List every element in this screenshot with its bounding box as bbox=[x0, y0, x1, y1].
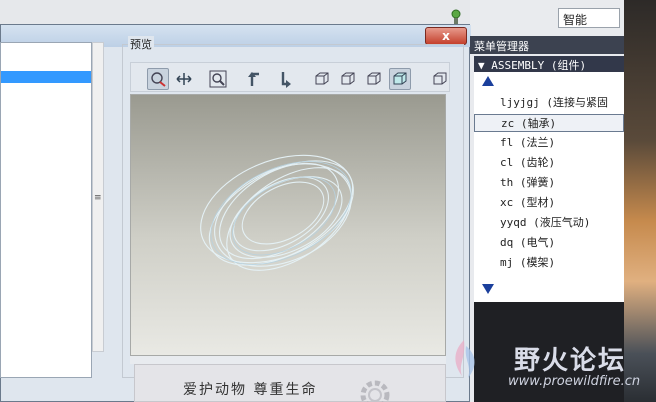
menu-item-th[interactable]: th (弹簧) bbox=[500, 174, 624, 192]
spin-rotate-icon[interactable] bbox=[147, 68, 169, 90]
menu-item-zc[interactable]: zc (轴承) bbox=[474, 114, 624, 132]
arrow-back-icon[interactable] bbox=[245, 68, 267, 90]
component-list[interactable] bbox=[0, 42, 92, 378]
menu-manager-title: 菜单管理器 bbox=[470, 36, 624, 54]
site-name: 野火论坛 bbox=[514, 346, 627, 376]
preview-toolbar bbox=[130, 62, 450, 92]
menu-item-mj[interactable]: mj (模架) bbox=[500, 254, 624, 272]
view-orient-icon[interactable] bbox=[429, 68, 451, 90]
no-hidden-icon[interactable] bbox=[363, 68, 385, 90]
menu-item-yyqd[interactable]: yyqd (液压气动) bbox=[500, 214, 624, 232]
watermark-text: 爱护动物 尊重生命 bbox=[183, 382, 318, 398]
hidden-line-icon[interactable] bbox=[337, 68, 359, 90]
menu-item-ljyjgj[interactable]: ljyjgj (连接与紧固 bbox=[500, 94, 624, 112]
smart-filter-select[interactable]: 智能 bbox=[558, 8, 620, 28]
site-url: www.proewildfire.cn bbox=[508, 374, 641, 389]
wireframe-icon[interactable] bbox=[311, 68, 333, 90]
menu-item-cl[interactable]: cl (齿轮) bbox=[500, 154, 624, 172]
shading-icon[interactable] bbox=[389, 68, 411, 90]
pan-icon[interactable] bbox=[173, 68, 195, 90]
assembly-header[interactable]: ▼ ASSEMBLY (组件) bbox=[474, 56, 624, 72]
site-logo-icon bbox=[455, 340, 475, 378]
arrow-forward-icon[interactable] bbox=[273, 68, 295, 90]
scroll-grip-icon[interactable]: ≡ bbox=[94, 193, 102, 207]
collapse-triangle-icon: ▼ bbox=[478, 59, 492, 72]
preview-label: 预览 bbox=[128, 36, 154, 52]
menu-item-fl[interactable]: fl (法兰) bbox=[500, 134, 624, 152]
preview-scrollbar[interactable] bbox=[130, 356, 446, 364]
menu-item-dq[interactable]: dq (电气) bbox=[500, 234, 624, 252]
list-scrollbar[interactable]: ≡ bbox=[92, 42, 104, 352]
watermark-panel: 爱护动物 尊重生命 bbox=[134, 364, 446, 402]
menu-item-list: ljyjgj (连接与紧固 zc (轴承) fl (法兰) cl (齿轮) th… bbox=[474, 72, 624, 302]
desktop-background-strip bbox=[624, 0, 656, 402]
close-button[interactable]: x bbox=[425, 27, 467, 45]
list-selected-row[interactable] bbox=[1, 71, 91, 83]
scroll-down-arrow-icon[interactable] bbox=[482, 284, 494, 294]
zoom-window-icon[interactable] bbox=[207, 68, 229, 90]
menu-item-xc[interactable]: xc (型材) bbox=[500, 194, 624, 212]
gear-icon bbox=[360, 380, 390, 402]
spring-model bbox=[200, 154, 354, 271]
scroll-up-arrow-icon[interactable] bbox=[482, 76, 494, 86]
assembly-header-label: ASSEMBLY (组件) bbox=[491, 59, 587, 72]
preview-viewport[interactable] bbox=[130, 94, 446, 356]
